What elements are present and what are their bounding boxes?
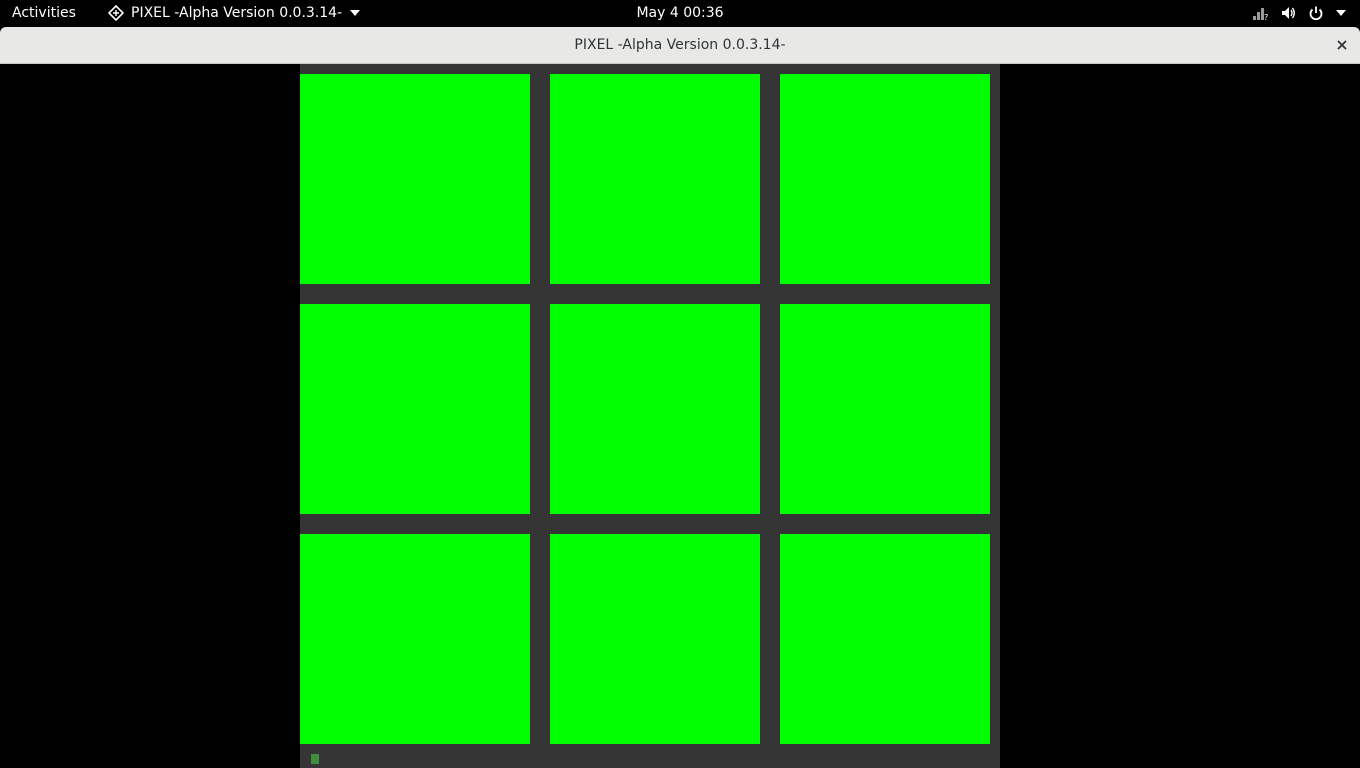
tile-r2-c1[interactable] xyxy=(300,304,530,514)
clock-button[interactable]: May 4 00:36 xyxy=(636,5,723,21)
window-titlebar[interactable]: PIXEL -Alpha Version 0.0.3.14- xyxy=(0,27,1360,64)
tile-r1-c3[interactable] xyxy=(780,74,990,284)
app-icon xyxy=(107,4,125,22)
close-button[interactable] xyxy=(1334,37,1350,53)
network-icon: ? xyxy=(1252,5,1268,22)
system-tray[interactable]: ? xyxy=(1240,4,1346,22)
tile-r2-c2[interactable] xyxy=(550,304,760,514)
tile-r3-c1[interactable] xyxy=(300,534,530,744)
activities-button[interactable]: Activities xyxy=(12,4,76,22)
game-viewport xyxy=(0,64,1360,768)
game-board[interactable] xyxy=(300,64,1000,768)
app-menu-button[interactable]: PIXEL -Alpha Version 0.0.3.14- xyxy=(107,4,361,22)
close-icon xyxy=(1337,40,1347,50)
top-bar: Activities PIXEL -Alpha Version 0.0.3.14… xyxy=(0,0,1360,27)
power-icon xyxy=(1308,5,1324,21)
tile-r1-c2[interactable] xyxy=(550,74,760,284)
window-title: PIXEL -Alpha Version 0.0.3.14- xyxy=(574,37,786,53)
tile-r3-c3[interactable] xyxy=(780,534,990,744)
volume-icon xyxy=(1280,5,1296,21)
svg-text:?: ? xyxy=(1264,13,1268,21)
tile-r1-c1[interactable] xyxy=(300,74,530,284)
chevron-down-icon xyxy=(350,10,361,16)
app-menu-label: PIXEL -Alpha Version 0.0.3.14- xyxy=(131,5,343,21)
cursor-marker xyxy=(311,754,319,764)
tile-r3-c2[interactable] xyxy=(550,534,760,744)
activities-label: Activities xyxy=(12,5,76,21)
chevron-down-icon xyxy=(1336,10,1346,16)
tile-r2-c3[interactable] xyxy=(780,304,990,514)
